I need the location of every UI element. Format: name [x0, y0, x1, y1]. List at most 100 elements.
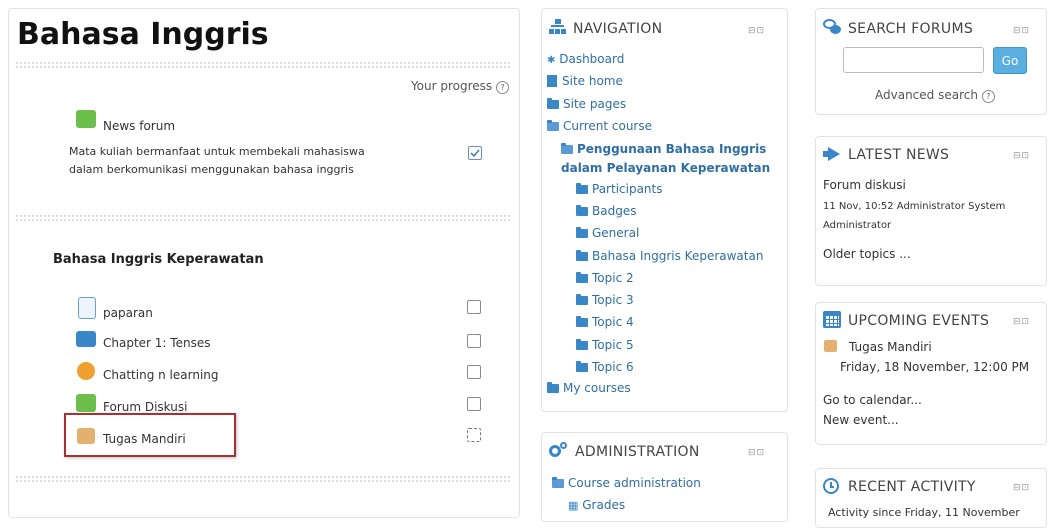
block-controls[interactable]: ⊟⊡: [1013, 317, 1030, 327]
clock-icon: [823, 478, 839, 494]
nav-item[interactable]: Topic 6: [576, 360, 634, 374]
folder-icon: [576, 361, 588, 372]
activity-label[interactable]: paparan: [103, 306, 153, 320]
folder-icon: [576, 294, 588, 305]
completion-checkbox[interactable]: [467, 300, 481, 314]
search-input[interactable]: [843, 47, 984, 73]
go-to-calendar-link[interactable]: Go to calendar...: [823, 393, 922, 407]
activity-label[interactable]: Chapter 1: Tenses: [103, 336, 210, 350]
folder-icon: [576, 205, 588, 216]
assignment-icon: [77, 428, 95, 444]
news-forum-completion-checkbox[interactable]: [468, 146, 482, 160]
completion-checkbox[interactable]: [467, 397, 481, 411]
folder-open-icon: [547, 120, 559, 131]
table-icon: ▦: [568, 499, 579, 512]
nav-label[interactable]: Topic 2: [592, 271, 634, 285]
nav-label[interactable]: Grades: [582, 498, 625, 512]
completion-checkbox[interactable]: [467, 428, 481, 442]
forum-icon: [76, 394, 96, 412]
page-title: Bahasa Inggris: [17, 17, 269, 52]
advanced-search-link[interactable]: Advanced search: [875, 88, 978, 102]
nav-label[interactable]: Dashboard: [559, 52, 624, 66]
calendar-icon: [823, 311, 841, 328]
section-divider: [15, 475, 511, 483]
news-meta-line-2: Administrator: [823, 220, 892, 231]
activity-label[interactable]: Tugas Mandiri: [103, 432, 186, 446]
folder-open-icon: [561, 143, 573, 154]
nav-label[interactable]: Topic 5: [592, 338, 634, 352]
nav-label[interactable]: Penggunaan Bahasa Inggris: [577, 142, 766, 156]
nav-label-cont[interactable]: dalam Pelayanan Keperawatan: [561, 159, 770, 178]
block-title: UPCOMING EVENTS: [848, 313, 990, 329]
nav-item[interactable]: Topic 2: [576, 271, 634, 285]
check-icon: [470, 149, 480, 158]
block-controls[interactable]: ⊟⊡: [1013, 151, 1030, 161]
older-topics-link[interactable]: Older topics ...: [823, 247, 911, 261]
go-button[interactable]: Go: [993, 47, 1027, 74]
file-icon: [78, 297, 96, 319]
folder-icon: [576, 227, 588, 238]
nav-label[interactable]: Course administration: [568, 476, 701, 490]
nav-label[interactable]: Badges: [592, 204, 636, 218]
nav-site-pages[interactable]: Site pages: [547, 97, 626, 111]
forum-icon: [76, 110, 96, 128]
progress-text: Your progress: [410, 79, 493, 93]
nav-item[interactable]: Bahasa Inggris Keperawatan: [576, 249, 763, 263]
nav-item[interactable]: Topic 4: [576, 315, 634, 329]
latest-news-block: LATEST NEWS ⊟⊡ Forum diskusi 11 Nov, 10:…: [815, 136, 1047, 286]
nav-current-course[interactable]: Current course: [547, 119, 652, 133]
nav-item[interactable]: General: [576, 226, 639, 240]
nav-label[interactable]: Topic 4: [592, 315, 634, 329]
block-controls[interactable]: ⊟⊡: [748, 448, 765, 458]
news-item-meta: 11 Nov, 10:52 Administrator System Admin…: [823, 197, 1005, 235]
nav-label[interactable]: Site pages: [563, 97, 626, 111]
block-controls[interactable]: ⊟⊡: [1013, 483, 1030, 493]
administration-block: ADMINISTRATION ⊟⊡ Course administration …: [541, 432, 788, 522]
event-date: Friday, 18 November, 12:00 PM: [840, 360, 1030, 374]
nav-label[interactable]: Current course: [563, 119, 652, 133]
nav-label[interactable]: My courses: [563, 381, 631, 395]
folder-icon: [547, 98, 559, 109]
megaphone-icon: [823, 146, 841, 162]
event-name[interactable]: Tugas Mandiri: [849, 340, 932, 354]
sitemap-icon: [549, 19, 567, 35]
nav-item[interactable]: Topic 3: [576, 293, 634, 307]
nav-site-home[interactable]: Site home: [547, 74, 623, 88]
help-icon[interactable]: ?: [981, 90, 995, 103]
block-title: LATEST NEWS: [848, 147, 950, 163]
recent-activity-block: RECENT ACTIVITY ⊟⊡ Activity since Friday…: [815, 468, 1047, 528]
nav-label[interactable]: Participants: [592, 182, 663, 196]
nav-label[interactable]: General: [592, 226, 639, 240]
section-divider: [15, 214, 511, 222]
nav-label[interactable]: Bahasa Inggris Keperawatan: [592, 249, 763, 263]
block-controls[interactable]: ⊟⊡: [748, 26, 765, 36]
activity-label[interactable]: Forum Diskusi: [103, 400, 187, 414]
nav-item[interactable]: Topic 5: [576, 338, 634, 352]
help-icon[interactable]: ?: [496, 81, 509, 94]
page-icon: [547, 75, 557, 87]
nav-course-name[interactable]: Penggunaan Bahasa Inggris dalam Pelayana…: [561, 140, 770, 178]
news-forum-link[interactable]: News forum: [103, 119, 175, 133]
admin-course-administration[interactable]: Course administration: [552, 476, 701, 490]
description-line-2: dalam berkomunikasi menggunakan bahasa i…: [69, 163, 354, 176]
completion-checkbox[interactable]: [467, 365, 481, 379]
folder-icon: [576, 339, 588, 350]
news-item-title[interactable]: Forum diskusi: [823, 178, 906, 192]
nav-my-courses[interactable]: My courses: [547, 381, 631, 395]
advanced-search[interactable]: Advanced search ?: [875, 88, 995, 103]
block-title: RECENT ACTIVITY: [848, 479, 976, 495]
chat-bubbles-icon: [823, 19, 841, 35]
nav-label[interactable]: Topic 3: [592, 293, 634, 307]
news-meta-line-1: 11 Nov, 10:52 Administrator System: [823, 201, 1006, 212]
block-controls[interactable]: ⊟⊡: [1013, 26, 1030, 36]
nav-label[interactable]: Site home: [562, 74, 623, 88]
folder-open-icon: [552, 477, 564, 488]
admin-grades[interactable]: ▦ Grades: [568, 498, 625, 512]
new-event-link[interactable]: New event...: [823, 413, 899, 427]
activity-label[interactable]: Chatting n learning: [103, 368, 219, 382]
nav-item[interactable]: Participants: [576, 182, 663, 196]
completion-checkbox[interactable]: [467, 334, 481, 348]
nav-item[interactable]: Badges: [576, 204, 636, 218]
nav-label[interactable]: Topic 6: [592, 360, 634, 374]
nav-dashboard[interactable]: ✱ Dashboard: [547, 52, 624, 66]
